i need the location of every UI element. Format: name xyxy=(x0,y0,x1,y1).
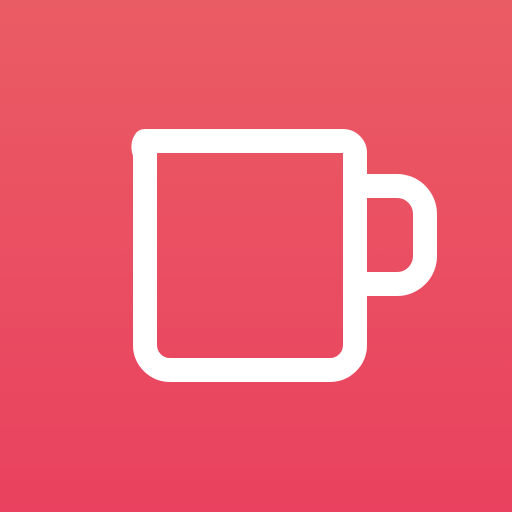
app-icon-background xyxy=(0,0,512,512)
mug-icon xyxy=(131,129,437,382)
mug-body xyxy=(131,129,367,382)
